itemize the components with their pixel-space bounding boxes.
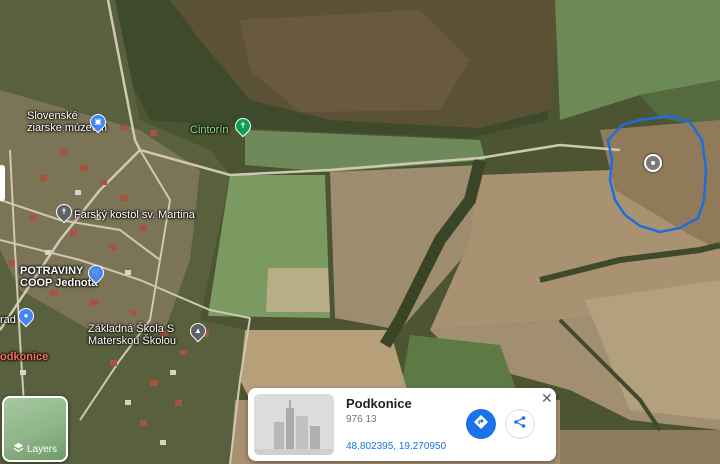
share-button[interactable] (505, 409, 535, 439)
layers-button[interactable]: Layers (2, 396, 68, 462)
place-thumbnail[interactable] (254, 394, 334, 455)
place-title: Podkonice (346, 396, 412, 411)
share-icon (513, 415, 527, 434)
shop-label[interactable]: POTRAVINY COOP Jednota (20, 265, 97, 289)
town-label[interactable]: odkonice (0, 351, 48, 363)
layers-icon (13, 442, 24, 456)
place-card[interactable]: Podkonice 976 13 48.802395, 19.270950 ✕ (248, 388, 556, 461)
layers-label: Layers (26, 443, 57, 455)
place-marker-icon[interactable] (644, 154, 662, 172)
rad-label: rad (0, 314, 16, 326)
postal-code: 976 13 (346, 414, 377, 425)
close-icon[interactable]: ✕ (541, 390, 553, 407)
church-label[interactable]: Farský kostol sv. Martina (74, 209, 195, 221)
coordinates-link[interactable]: 48.802395, 19.270950 (346, 441, 446, 452)
directions-button[interactable] (466, 409, 496, 439)
directions-icon (473, 414, 489, 435)
school-label[interactable]: Základná Škola S Materskou Školou (88, 323, 176, 347)
cemetery-label[interactable]: Cintorín (190, 124, 229, 136)
side-panel-handle[interactable] (0, 165, 5, 201)
